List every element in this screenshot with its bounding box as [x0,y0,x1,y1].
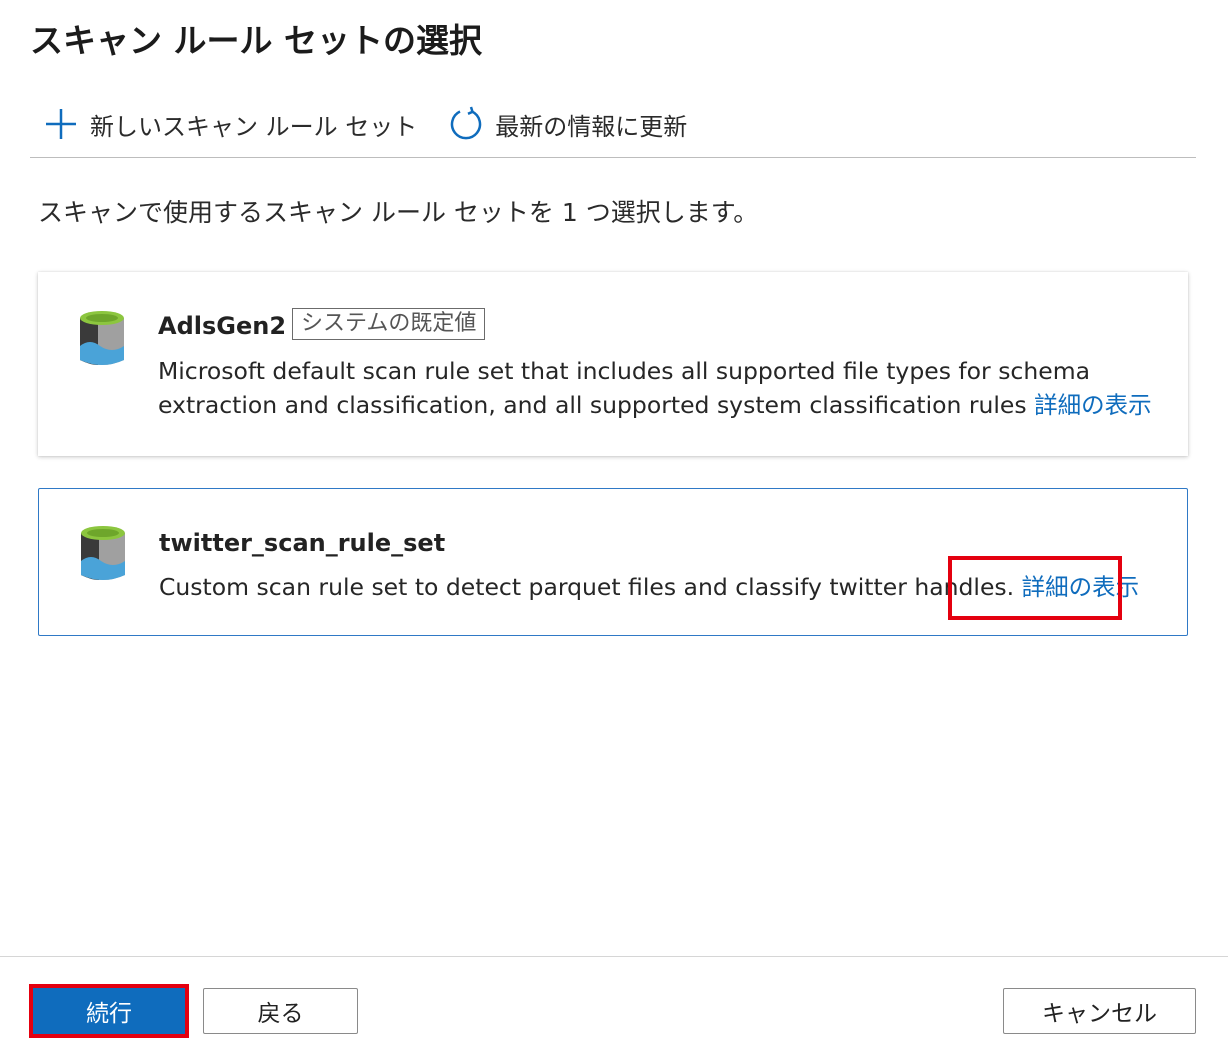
rule-set-name: AdlsGen2 [158,312,287,340]
plus-icon [42,105,80,143]
system-default-badge: システムの既定値 [292,308,486,340]
footer-divider [0,956,1228,957]
view-details-link[interactable]: 詳細の表示 [1034,391,1152,419]
rule-set-description-text: Custom scan rule set to detect parquet f… [159,573,1015,601]
storage-database-icon [79,523,127,585]
scan-rule-set-panel: スキャン ルール セットの選択 新しいスキャン ルール セット 最新の情報に更新… [0,0,1228,1055]
rule-set-description: Microsoft default scan rule set that inc… [158,354,1158,422]
new-scan-rule-set-button[interactable]: 新しいスキャン ルール セット [30,100,417,148]
rule-set-card-adlsgen2[interactable]: AdlsGen2 システムの既定値 Microsoft default scan… [38,272,1188,456]
new-scan-rule-set-label: 新しいスキャン ルール セット [90,112,418,141]
rule-set-name: twitter_scan_rule_set [159,529,446,557]
continue-button[interactable]: 続行 [29,984,189,1038]
toolbar: 新しいスキャン ルール セット 最新の情報に更新 [30,100,1196,158]
cancel-button[interactable]: キャンセル [1003,988,1196,1034]
refresh-icon [447,105,485,143]
instruction-text: スキャンで使用するスキャン ルール セットを 1 つ選択します。 [38,198,759,227]
storage-database-icon [78,308,126,370]
back-button[interactable]: 戻る [203,988,358,1034]
refresh-label: 最新の情報に更新 [495,112,688,141]
rule-set-description-text: Microsoft default scan rule set that inc… [158,357,1091,419]
refresh-button[interactable]: 最新の情報に更新 [447,100,687,148]
page-title: スキャン ルール セットの選択 [30,21,482,60]
highlight-annotation-details [948,556,1122,620]
